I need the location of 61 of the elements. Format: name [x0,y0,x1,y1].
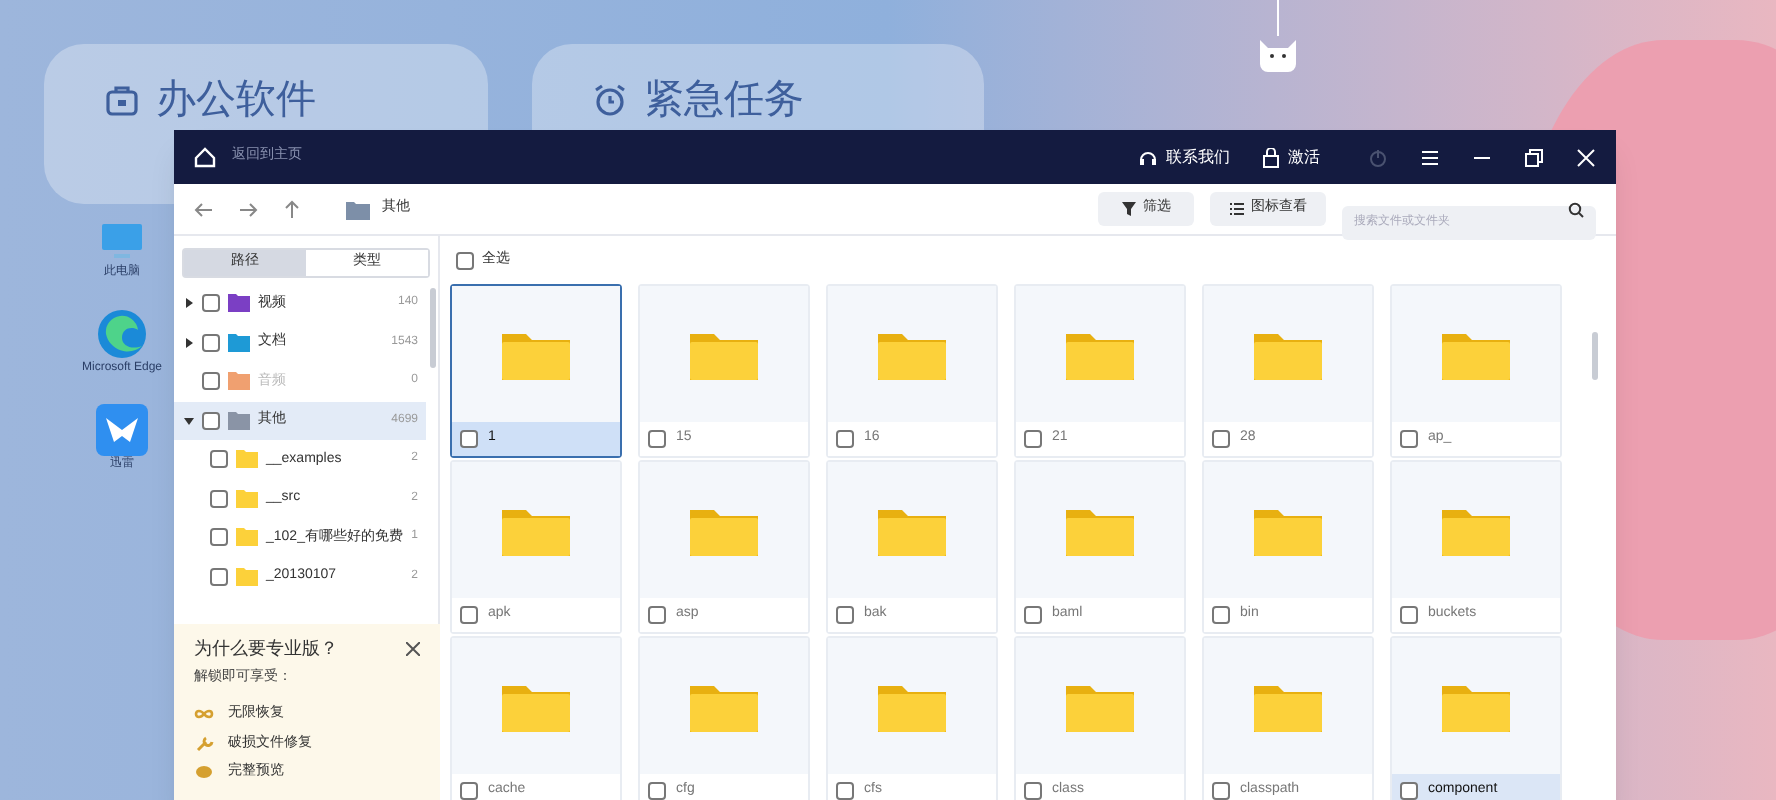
list-icon [1229,202,1243,216]
checkbox[interactable] [836,782,854,800]
checkbox[interactable] [210,567,228,586]
checkbox[interactable] [210,450,228,469]
folder-icon [236,528,258,547]
checkbox[interactable] [460,782,478,800]
folder-icon [236,567,258,586]
monitor-icon [98,220,146,264]
checkbox[interactable] [1024,606,1042,624]
caret-icon [184,337,194,348]
contact-button[interactable]: 联系我们 [1138,145,1230,169]
checkbox[interactable] [1024,782,1042,800]
checkbox[interactable] [460,606,478,624]
bird-icon [96,404,148,456]
briefcase-icon [104,82,140,118]
headset-icon [1138,147,1158,167]
activate-button[interactable]: 激活 [1262,145,1320,169]
checkbox[interactable] [1400,782,1418,800]
checkbox[interactable] [210,528,228,547]
checkbox[interactable] [202,333,220,352]
caret-icon [184,298,194,309]
checkbox[interactable] [1400,430,1418,448]
checkbox[interactable] [202,294,220,313]
close-icon[interactable] [406,642,420,657]
checkbox[interactable] [1212,782,1230,800]
lock-icon [1262,147,1280,167]
checkbox[interactable] [836,430,854,448]
restore-icon[interactable] [1524,147,1544,167]
promo-title: 为什么要专业版？ [194,636,338,662]
up-icon[interactable] [282,199,302,219]
checkbox[interactable] [1400,606,1418,624]
checkbox[interactable] [648,606,666,624]
checkbox[interactable] [210,489,228,508]
infinity-icon [194,708,214,721]
forward-icon[interactable] [238,199,258,219]
checkbox[interactable] [1212,430,1230,448]
checkbox[interactable] [456,251,474,269]
folder-icon [236,489,258,508]
checkbox[interactable] [460,430,478,448]
scrollbar [1592,332,1598,380]
folder-icon [236,450,258,469]
checkbox[interactable] [648,430,666,448]
funnel-icon [1121,202,1135,216]
caret-icon [184,415,194,426]
home-icon [194,146,216,168]
widget-title: 办公软件 [156,76,316,126]
widget-title: 紧急任务 [644,76,804,126]
swirl-icon [96,308,148,360]
menu-icon[interactable] [1420,147,1440,167]
back-icon[interactable] [194,199,214,219]
power-icon[interactable] [1368,147,1388,167]
folder-icon [346,199,370,219]
checkbox[interactable] [648,782,666,800]
cat-ornament-icon [1256,0,1300,76]
alarm-clock-icon [592,82,628,118]
search-icon[interactable] [1568,201,1584,217]
checkbox[interactable] [1024,430,1042,448]
checkbox[interactable] [1212,606,1230,624]
wrench-icon [194,735,214,752]
checkbox[interactable] [202,411,220,430]
checkbox[interactable] [836,606,854,624]
